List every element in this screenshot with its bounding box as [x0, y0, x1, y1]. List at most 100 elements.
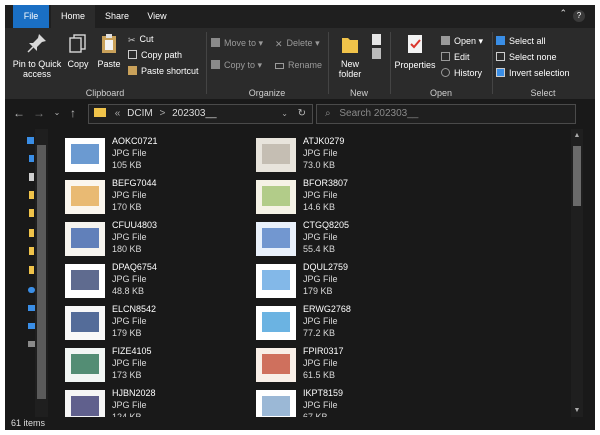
scroll-down-icon[interactable]: ▼ — [571, 407, 583, 414]
file-type: JPG File — [112, 400, 147, 410]
invert-selection-button[interactable]: Invert selection — [496, 66, 570, 80]
quick-access-icon[interactable] — [27, 137, 34, 144]
paste-shortcut-button[interactable]: Paste shortcut — [128, 64, 199, 78]
file-size: 61.5 KB — [303, 370, 336, 380]
scroll-up-icon[interactable]: ▲ — [571, 132, 583, 139]
nav-drive-icon[interactable] — [28, 341, 35, 347]
nav-folder-icon[interactable] — [29, 209, 34, 217]
nav-folder-icon[interactable] — [29, 191, 34, 199]
address-bar[interactable]: « DCIM > 202303__ ⌄ ↻ — [88, 104, 313, 124]
new-folder-button[interactable]: New folder — [333, 32, 367, 79]
image-thumbnail — [256, 306, 296, 340]
file-item[interactable]: HJBN2028 JPG File 124 KB — [65, 388, 285, 417]
thumbnail-graphic — [71, 186, 99, 206]
file-type: JPG File — [112, 148, 147, 158]
file-item[interactable]: AOKC0721 JPG File 105 KB — [65, 136, 285, 176]
select-none-button[interactable]: Select none — [496, 50, 557, 64]
file-name: BFOR3807 — [303, 178, 349, 188]
pin-icon — [27, 34, 46, 53]
file-type: JPG File — [303, 358, 338, 368]
nav-folder-icon[interactable] — [29, 155, 34, 162]
onedrive-icon[interactable] — [28, 287, 35, 293]
scrollbar-thumb[interactable] — [37, 145, 46, 399]
file-type: JPG File — [303, 274, 338, 284]
back-arrow-icon[interactable]: ← — [11, 105, 27, 121]
rename-button[interactable]: Rename — [275, 58, 322, 72]
file-name: BEFG7044 — [112, 178, 157, 188]
tab-view[interactable]: View — [139, 5, 175, 28]
tab-share[interactable]: Share — [97, 5, 137, 28]
new-item-icon — [372, 34, 381, 59]
copy-to-icon — [211, 60, 220, 69]
file-item[interactable]: IKPT8159 JPG File 67 KB — [256, 388, 476, 417]
history-icon — [441, 68, 450, 77]
nav-folder-icon[interactable] — [29, 247, 34, 255]
edit-button[interactable]: Edit — [441, 50, 470, 64]
help-icon[interactable]: ? — [573, 10, 585, 22]
paste-button[interactable]: Paste — [95, 32, 123, 69]
folder-icon — [94, 108, 106, 117]
thumbnail-graphic — [262, 396, 290, 416]
navigation-bar: ← → ⌄ ↑ « DCIM > 202303__ ⌄ ↻ ⌕ Search 2… — [5, 99, 595, 129]
select-all-icon — [496, 36, 505, 45]
nav-folder-icon[interactable] — [29, 173, 34, 181]
breadcrumb-overflow[interactable]: « — [115, 108, 121, 119]
file-item[interactable]: DQUL2759 JPG File 179 KB — [256, 262, 476, 302]
move-to-button[interactable]: Move to ▾ — [211, 36, 263, 50]
delete-button[interactable]: ✕ Delete ▾ — [275, 36, 320, 50]
file-name: ELCN8542 — [112, 304, 157, 314]
breadcrumb-dcim[interactable]: DCIM — [127, 108, 153, 119]
file-item[interactable]: DPAQ6754 JPG File 48.8 KB — [65, 262, 285, 302]
address-dropdown-icon[interactable]: ⌄ — [281, 105, 288, 123]
collapse-ribbon-icon[interactable]: ⌃ — [559, 8, 567, 19]
copy-path-button[interactable]: Copy path — [128, 48, 182, 62]
refresh-icon[interactable]: ↻ — [298, 105, 306, 123]
file-item[interactable]: BFOR3807 JPG File 14.6 KB — [256, 178, 476, 218]
image-thumbnail — [256, 180, 296, 214]
file-item[interactable]: ERWG2768 JPG File 77.2 KB — [256, 304, 476, 344]
breadcrumb-202303[interactable]: 202303__ — [172, 108, 217, 119]
file-size: 170 KB — [112, 202, 142, 212]
select-all-button[interactable]: Select all — [496, 34, 546, 48]
recent-locations-icon[interactable]: ⌄ — [49, 105, 65, 121]
file-item[interactable]: CTGQ8205 JPG File 55.4 KB — [256, 220, 476, 260]
forward-arrow-icon[interactable]: → — [31, 105, 47, 121]
file-item[interactable]: FPIR0317 JPG File 61.5 KB — [256, 346, 476, 386]
pin-quick-access-button[interactable]: Pin to Quick access — [9, 32, 65, 79]
copy-button[interactable]: Copy — [65, 32, 91, 69]
image-thumbnail — [256, 222, 296, 256]
new-item-button[interactable] — [369, 32, 385, 64]
folder-icon — [342, 38, 358, 53]
file-size: 73.0 KB — [303, 160, 336, 170]
open-button[interactable]: Open ▾ — [441, 34, 483, 48]
tab-home[interactable]: Home — [51, 5, 95, 28]
up-arrow-icon[interactable]: ↑ — [65, 105, 81, 121]
network-icon[interactable] — [28, 323, 35, 329]
file-item[interactable]: BEFG7044 JPG File 170 KB — [65, 178, 285, 218]
search-box[interactable]: ⌕ Search 202303__ — [316, 104, 576, 124]
image-thumbnail — [65, 264, 105, 298]
open-label: Open — [429, 88, 453, 98]
file-item[interactable]: CFUU4803 JPG File 180 KB — [65, 220, 285, 260]
this-pc-icon[interactable] — [28, 305, 35, 311]
nav-folder-icon[interactable] — [29, 229, 34, 237]
properties-button[interactable]: Properties — [393, 32, 437, 70]
file-item[interactable]: ATJK0279 JPG File 73.0 KB — [256, 136, 476, 176]
new-group: New folder New — [329, 28, 389, 99]
nav-folder-icon[interactable] — [29, 266, 34, 274]
file-item[interactable]: FIZE4105 JPG File 173 KB — [65, 346, 285, 386]
file-name: FIZE4105 — [112, 346, 152, 356]
file-name: DQUL2759 — [303, 262, 349, 272]
paste-shortcut-icon — [128, 66, 137, 75]
file-item[interactable]: ELCN8542 JPG File 179 KB — [65, 304, 285, 344]
file-list-scrollbar[interactable]: ▲ ▼ — [571, 129, 583, 417]
thumbnail-graphic — [262, 312, 290, 332]
navigation-pane-scrollbar[interactable] — [35, 129, 48, 417]
tab-file[interactable]: File — [13, 5, 49, 28]
history-button[interactable]: History — [441, 66, 482, 80]
file-size: 173 KB — [112, 370, 142, 380]
cut-button[interactable]: ✂ Cut — [128, 32, 154, 46]
search-placeholder: Search 202303__ — [339, 108, 419, 119]
copy-to-button[interactable]: Copy to ▾ — [211, 58, 262, 72]
scrollbar-thumb[interactable] — [573, 146, 581, 206]
